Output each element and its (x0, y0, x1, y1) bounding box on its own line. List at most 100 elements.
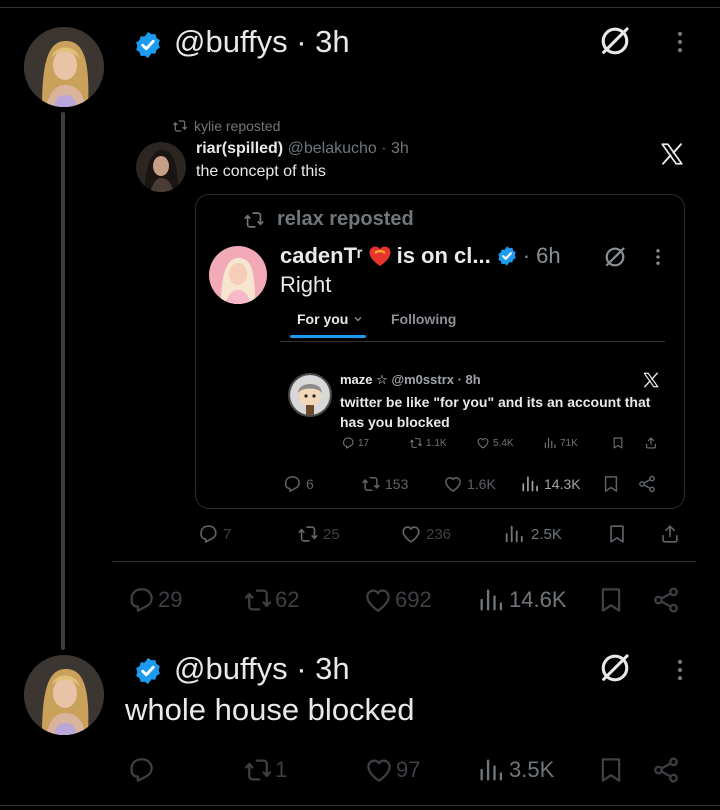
nested-views-button[interactable]: 71K (543, 436, 578, 450)
grok-icon[interactable] (603, 245, 627, 269)
like-icon (443, 474, 463, 494)
tab-for-you[interactable]: For you (297, 311, 363, 327)
views-icon (477, 585, 505, 615)
share-icon[interactable] (637, 474, 657, 494)
verified-icon (133, 656, 163, 686)
card-name[interactable]: cadenTʳ (280, 243, 363, 269)
bookmark-icon[interactable] (606, 523, 628, 545)
post1-author-line[interactable]: @buffys · 3h (174, 24, 350, 60)
post1-like-button[interactable]: 692 (363, 585, 432, 615)
tab-divider (280, 341, 665, 342)
card-name-suffix[interactable]: is on cl... (397, 243, 491, 269)
grok-icon[interactable] (598, 651, 632, 685)
nested-like-button[interactable]: 5.4K (476, 436, 514, 450)
avatar-image (136, 142, 186, 192)
share-icon[interactable] (651, 755, 681, 785)
post1-handle[interactable]: @buffys (174, 24, 288, 59)
repost-icon (409, 436, 423, 450)
reply-icon (197, 523, 219, 545)
like-icon (363, 585, 393, 615)
chevron-down-icon (354, 317, 362, 322)
avatar-image (290, 375, 330, 415)
card-author-line[interactable]: cadenTʳ is on cl... · 6h (280, 243, 561, 269)
repost-icon (297, 523, 319, 545)
post2-author-line[interactable]: @buffys · 3h (174, 651, 350, 687)
card-time: · 6h (522, 243, 561, 268)
reply-icon (126, 585, 156, 615)
card-repost-button[interactable]: 153 (361, 474, 408, 494)
embedded-screenshot[interactable] (195, 194, 685, 509)
more-icon[interactable] (667, 29, 693, 55)
card-text: Right (280, 272, 332, 297)
views-icon (543, 436, 557, 450)
maze-avatar[interactable] (288, 373, 332, 417)
more-icon[interactable] (667, 657, 693, 683)
views-icon (520, 474, 540, 494)
more-icon[interactable] (648, 247, 668, 267)
post2-handle[interactable]: @buffys (174, 651, 288, 686)
quote-repost-label: kylie reposted (172, 118, 280, 134)
like-icon (476, 436, 490, 450)
post1-time[interactable]: · 3h (296, 24, 349, 59)
repost-icon (361, 474, 381, 494)
tab-following[interactable]: Following (391, 311, 456, 327)
bookmark-icon[interactable] (601, 474, 621, 494)
post2-views-button[interactable]: 3.5K (477, 755, 554, 785)
post1-reply-button[interactable]: 29 (126, 585, 182, 615)
buffys-avatar[interactable] (24, 27, 104, 107)
quote-handle[interactable]: @belakucho (288, 140, 377, 157)
post2-reply-button[interactable] (126, 755, 158, 785)
nested-time: · 8h (457, 372, 481, 387)
share-icon[interactable] (659, 523, 681, 545)
bookmark-icon[interactable] (596, 755, 626, 785)
card-reply-button[interactable]: 6 (282, 474, 314, 494)
card-like-button[interactable]: 1.6K (443, 474, 496, 494)
quote-repost-button[interactable]: 25 (297, 523, 340, 545)
tab-active-indicator (290, 335, 366, 338)
views-icon (477, 755, 505, 785)
verified-icon (496, 245, 518, 267)
views-icon (503, 523, 525, 545)
post2-like-button[interactable]: 97 (364, 755, 420, 785)
verified-icon (133, 30, 163, 60)
bottom-divider (0, 805, 720, 806)
avatar-image (24, 655, 104, 735)
caden-avatar[interactable] (209, 246, 267, 304)
nested-reply-button[interactable]: 17 (341, 436, 369, 450)
nested-handle[interactable]: @m0sstrx (391, 372, 454, 387)
post2-repost-button[interactable]: 1 (243, 755, 287, 785)
nested-author-line[interactable]: maze ☆ @m0sstrx · 8h (340, 372, 481, 388)
x-logo-icon (659, 141, 685, 167)
bookmark-icon[interactable] (596, 585, 626, 615)
grok-icon[interactable] (598, 24, 632, 58)
post1-repost-button[interactable]: 62 (243, 585, 299, 615)
share-icon[interactable] (644, 436, 658, 450)
thread-line (61, 112, 65, 650)
x-logo-icon (642, 371, 660, 389)
top-divider (0, 7, 720, 8)
nested-name[interactable]: maze (340, 372, 373, 387)
quote-like-button[interactable]: 236 (400, 523, 451, 545)
card-repost-label: relax reposted (243, 208, 414, 231)
nested-repost-button[interactable]: 1.1K (409, 436, 447, 450)
bookmark-icon[interactable] (611, 436, 625, 450)
avatar-image (209, 246, 267, 304)
quote-name[interactable]: riar(spilled) (196, 140, 283, 157)
riar-avatar[interactable] (136, 142, 186, 192)
share-icon[interactable] (651, 585, 681, 615)
quote-views-button[interactable]: 2.5K (503, 523, 562, 545)
quote-reply-button[interactable]: 7 (197, 523, 231, 545)
quote-divider (112, 561, 696, 562)
repost-icon (172, 118, 188, 134)
card-views-button[interactable]: 14.3K (520, 474, 581, 494)
like-icon (400, 523, 422, 545)
repost-icon (243, 209, 265, 231)
post1-views-button[interactable]: 14.6K (477, 585, 567, 615)
reply-icon (282, 474, 302, 494)
heart-emoji-icon (369, 246, 391, 266)
quote-author-line[interactable]: riar(spilled) @belakucho · 3h (196, 140, 409, 158)
repost-icon (243, 755, 273, 785)
like-icon (364, 755, 394, 785)
post2-time[interactable]: · 3h (296, 651, 349, 686)
buffys-avatar[interactable] (24, 655, 104, 735)
